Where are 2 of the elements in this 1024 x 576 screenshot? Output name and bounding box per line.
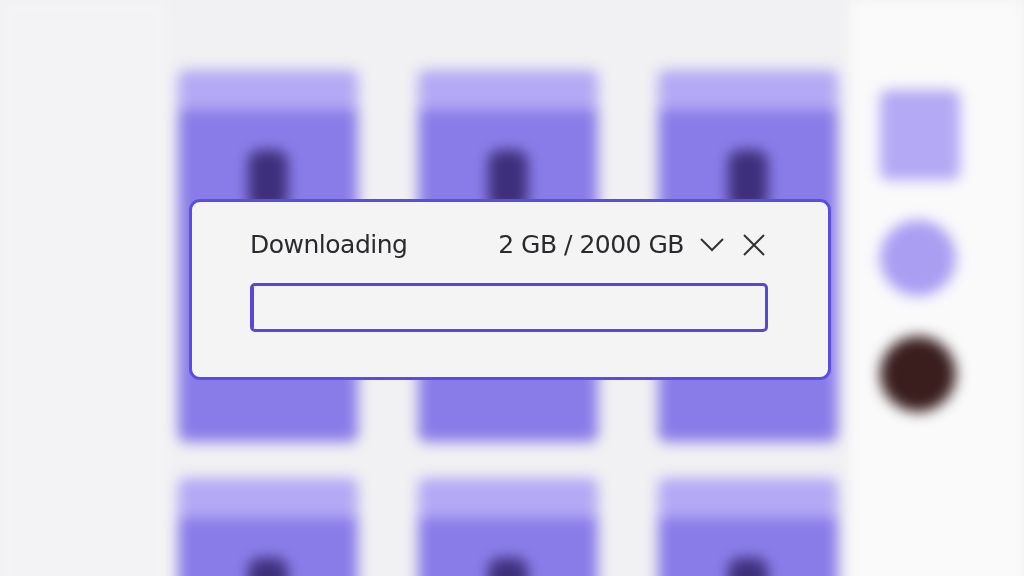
dialog-title: Downloading: [250, 230, 408, 259]
progress-text: 2 GB / 2000 GB: [498, 230, 684, 259]
